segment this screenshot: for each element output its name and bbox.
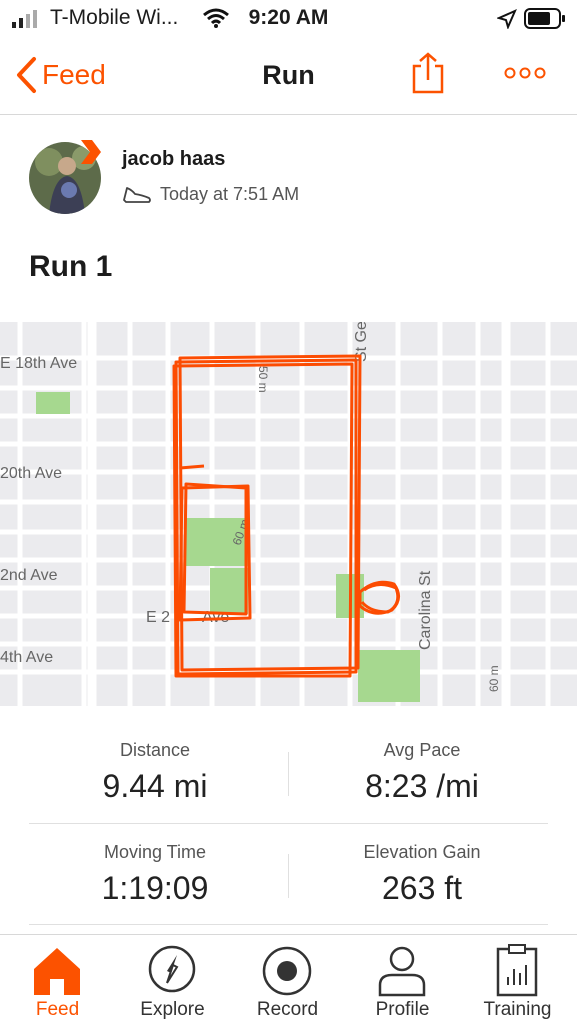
- activity-timestamp: Today at 7:51 AM: [160, 184, 300, 204]
- stats-divider: [29, 823, 548, 824]
- record-icon: [262, 946, 312, 996]
- tab-bar: Feed Explore Record Profile Training: [0, 934, 577, 1025]
- street-label-e18th: E 18th Ave: [0, 355, 77, 372]
- activity-meta: Today at 7:51 AM: [122, 184, 299, 205]
- subscriber-badge-icon: [81, 140, 101, 164]
- page-title: Run: [262, 60, 315, 90]
- nav-bar: Feed Run: [0, 38, 577, 115]
- stats-divider-vertical: [288, 752, 289, 796]
- shoe-icon: [123, 186, 151, 203]
- moving-time-label: Moving Time: [103, 842, 207, 862]
- tab-training-label: Training: [483, 999, 552, 1020]
- elevation-gain-label: Elevation Gain: [363, 842, 481, 862]
- distance-label: Distance: [119, 740, 191, 760]
- tab-explore[interactable]: Explore: [115, 935, 230, 1025]
- distance-value: 9.44 mi: [102, 768, 208, 804]
- contour-label-50: 50 m: [256, 366, 270, 393]
- location-arrow-icon: [497, 9, 517, 29]
- compass-icon: [148, 945, 196, 993]
- athlete-name[interactable]: jacob haas: [122, 148, 225, 171]
- profile-icon: [378, 946, 426, 997]
- moving-time-value: 1:19:09: [101, 870, 209, 906]
- tab-explore-label: Explore: [140, 999, 205, 1020]
- tab-feed-label: Feed: [35, 999, 80, 1020]
- avg-pace-value: 8:23 /mi: [365, 768, 479, 804]
- street-label-e2: E 2: [146, 609, 170, 626]
- status-bar: T-Mobile Wi... 9:20 AM: [0, 0, 577, 38]
- activity-title: Run 1: [29, 250, 113, 283]
- tab-profile-label: Profile: [375, 999, 430, 1020]
- elevation-gain-value: 263 ft: [381, 870, 463, 906]
- stats-divider-bottom: [29, 924, 548, 925]
- share-icon[interactable]: [411, 52, 445, 94]
- tab-feed[interactable]: Feed: [0, 935, 115, 1025]
- avg-pace-label: Avg Pace: [383, 740, 461, 760]
- street-label-2nd: 2nd Ave: [0, 567, 58, 584]
- clock: 9:20 AM: [248, 6, 329, 29]
- contour-label-60b: 60 m: [487, 665, 501, 692]
- route-map[interactable]: E 18th Ave 20th Ave 2nd Ave E 2 Ave 4th …: [0, 322, 577, 706]
- street-label-20th: 20th Ave: [0, 465, 62, 482]
- tab-profile[interactable]: Profile: [345, 935, 460, 1025]
- tab-training[interactable]: Training: [460, 935, 575, 1025]
- stats-divider-vertical-2: [288, 854, 289, 898]
- tab-record[interactable]: Record: [230, 935, 345, 1025]
- training-icon: [496, 944, 538, 997]
- more-options-icon[interactable]: [504, 66, 546, 80]
- street-label-4th: 4th Ave: [0, 649, 53, 666]
- street-label-carolina: Carolina St: [417, 570, 434, 650]
- home-icon: [34, 948, 80, 995]
- battery-icon: [524, 8, 565, 29]
- tab-record-label: Record: [256, 999, 319, 1020]
